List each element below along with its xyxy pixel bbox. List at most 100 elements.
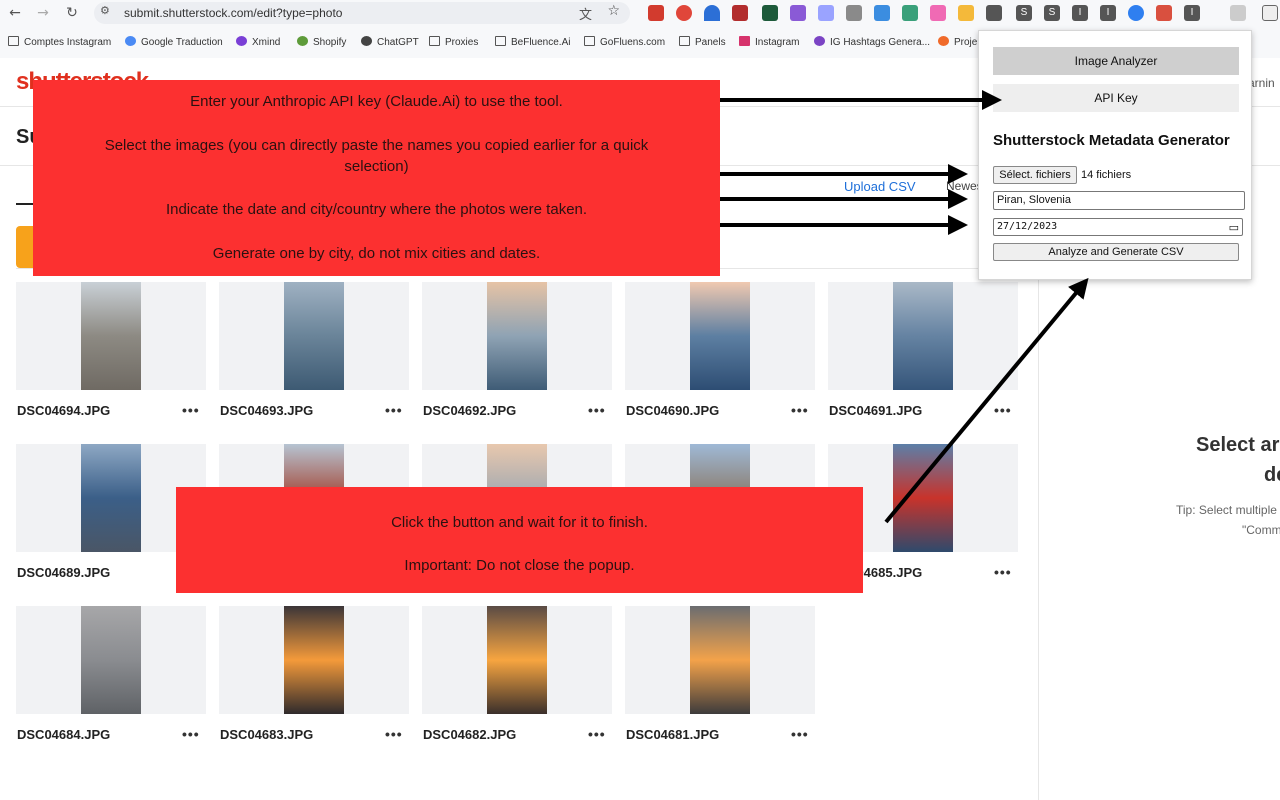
bookmark-item[interactable]: ChatGPT [361, 36, 419, 48]
extension-icon[interactable] [1128, 5, 1144, 21]
camera-icon[interactable] [846, 5, 862, 21]
instruction-box-analyze: Click the button and wait for it to fini… [176, 487, 863, 593]
extension-icon[interactable] [958, 5, 974, 21]
extension-icon[interactable] [1156, 5, 1172, 21]
calendar-icon[interactable]: ▭ [1229, 220, 1239, 236]
bookmark-item[interactable]: Shopify [297, 36, 346, 48]
folder-icon [584, 36, 595, 46]
extension-icon[interactable] [902, 5, 918, 21]
file-count: 14 fichiers [1081, 169, 1132, 181]
extension-icon[interactable] [676, 5, 692, 21]
learning-link[interactable]: arnin [1248, 76, 1275, 90]
instruction-line: Generate one by city, do not mix cities … [212, 245, 541, 262]
image-thumbnail[interactable] [16, 282, 206, 390]
instruction-line: Click the button and wait for it to fini… [391, 514, 648, 531]
image-filename: DSC04693.JPG [220, 403, 314, 418]
extension-icon[interactable]: S [1016, 5, 1032, 21]
chatgpt-icon [361, 36, 372, 46]
translate-icon [125, 36, 136, 46]
image-thumbnail[interactable] [422, 606, 612, 714]
select-files-button[interactable]: Sélect. fichiers [993, 166, 1077, 184]
bookmark-item[interactable]: Google Traduction [125, 36, 223, 48]
project-icon [938, 36, 949, 46]
more-options-icon[interactable]: ••• [588, 402, 606, 418]
more-options-icon[interactable]: ••• [994, 564, 1012, 580]
more-options-icon[interactable]: ••• [588, 726, 606, 742]
extension-icon[interactable]: I [1184, 5, 1200, 21]
extension-icon[interactable] [930, 5, 946, 21]
bookmark-item[interactable]: Proxies [429, 36, 478, 48]
extension-icon[interactable] [874, 5, 890, 21]
extension-icon[interactable]: S [1044, 5, 1060, 21]
api-key-button[interactable]: API Key [993, 84, 1239, 112]
reload-icon[interactable]: ↻ [63, 4, 81, 22]
link-icon[interactable] [818, 5, 834, 21]
more-options-icon[interactable]: ••• [791, 402, 809, 418]
upload-csv-link[interactable]: Upload CSV [844, 179, 916, 194]
image-analyzer-tab[interactable]: Image Analyzer [993, 47, 1239, 75]
image-thumbnail[interactable] [625, 606, 815, 714]
image-filename: DSC04691.JPG [829, 403, 923, 418]
more-options-icon[interactable]: ••• [182, 402, 200, 418]
extension-icon[interactable] [732, 5, 748, 21]
bookmark-star-icon[interactable]: ☆ [607, 3, 620, 19]
more-options-icon[interactable]: ••• [994, 402, 1012, 418]
image-filename: DSC04683.JPG [220, 727, 314, 742]
bookmark-item[interactable]: Xmind [236, 36, 280, 48]
bookmark-item[interactable]: Panels [679, 36, 726, 48]
extensions-icon[interactable] [1262, 5, 1278, 21]
bookmark-item[interactable]: Comptes Instagram [8, 36, 111, 48]
bookmark-item[interactable]: Instagram [739, 36, 799, 48]
image-thumbnail[interactable] [828, 282, 1018, 390]
analyze-generate-csv-button[interactable]: Analyze and Generate CSV [993, 243, 1239, 261]
more-options-icon[interactable]: ••• [182, 726, 200, 742]
image-thumbnail[interactable] [625, 282, 815, 390]
date-input[interactable]: 27/12/2023 ▭ [993, 218, 1243, 236]
bookmark-item[interactable]: BeFluence.Ai [495, 36, 570, 48]
image-filename: DSC04682.JPG [423, 727, 517, 742]
more-options-icon[interactable]: ••• [385, 402, 403, 418]
image-thumbnail[interactable] [219, 606, 409, 714]
extension-icon[interactable] [648, 5, 664, 21]
image-thumbnail[interactable] [219, 282, 409, 390]
address-bar[interactable]: ⚙ submit.shutterstock.com/edit?type=phot… [94, 2, 630, 24]
instagram-icon [739, 36, 750, 46]
instruction-line: Enter your Anthropic API key (Claude.Ai)… [190, 93, 563, 110]
instruction-line: Indicate the date and city/country where… [165, 201, 588, 218]
forward-icon[interactable]: → [34, 4, 52, 22]
city-country-input[interactable]: Piran, Slovenia [993, 191, 1245, 210]
puzzle-icon[interactable] [1230, 5, 1246, 21]
tip-text-line2: "Comm [1242, 523, 1280, 537]
extension-icon[interactable] [704, 5, 720, 21]
bookmark-item[interactable]: IG Hashtags Genera... [814, 36, 930, 48]
image-thumbnail[interactable] [16, 606, 206, 714]
extension-icon[interactable]: I [1100, 5, 1116, 21]
extension-icon[interactable] [790, 5, 806, 21]
extension-icon[interactable] [986, 5, 1002, 21]
image-thumbnail[interactable] [422, 282, 612, 390]
browser-toolbar: ← → ↻ ⚙ submit.shutterstock.com/edit?typ… [0, 0, 1280, 26]
bookmark-item[interactable]: Proje [938, 36, 977, 48]
extension-icon[interactable] [762, 5, 778, 21]
photo-preview [487, 606, 547, 714]
image-filename: DSC04690.JPG [626, 403, 720, 418]
more-options-icon[interactable]: ••• [385, 726, 403, 742]
instruction-line: selection) [344, 158, 409, 175]
empty-state-title-line2: de [1264, 464, 1280, 486]
back-icon[interactable]: ← [6, 4, 24, 22]
image-filename: DSC04692.JPG [423, 403, 517, 418]
extension-icon[interactable]: I [1072, 5, 1088, 21]
photo-preview [81, 606, 141, 714]
photo-preview [487, 282, 547, 390]
photo-preview [893, 282, 953, 390]
folder-icon [679, 36, 690, 46]
instruction-line: Select the images (you can directly past… [104, 137, 649, 154]
instruction-box-setup: Enter your Anthropic API key (Claude.Ai)… [33, 80, 720, 276]
image-filename: DSC04689.JPG [17, 565, 111, 580]
instruction-line: Important: Do not close the popup. [404, 557, 635, 574]
site-info-icon[interactable]: ⚙ [100, 4, 110, 17]
more-options-icon[interactable]: ••• [791, 726, 809, 742]
image-filename: DSC04684.JPG [17, 727, 111, 742]
translate-icon[interactable]: 文 [579, 4, 592, 23]
bookmark-item[interactable]: GoFluens.com [584, 36, 665, 48]
